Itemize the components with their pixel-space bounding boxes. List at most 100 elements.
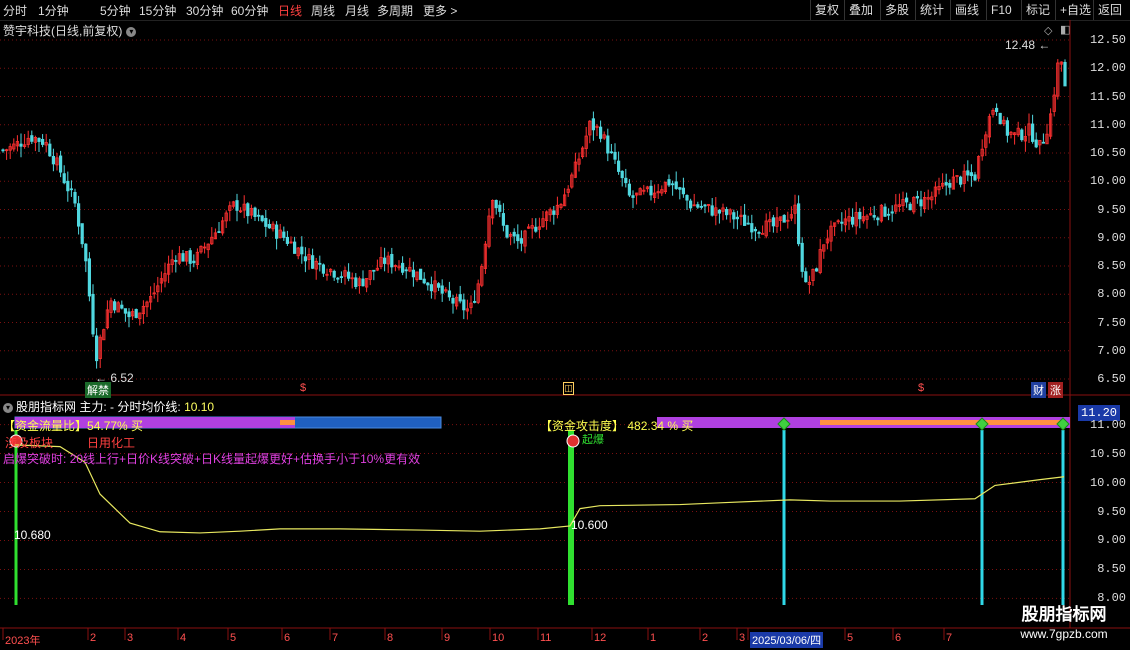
candle-body [418,268,423,280]
low-value: 6.52 [110,371,134,385]
indicator-axis-tick: 10.00 [1089,475,1126,490]
candle-body [134,309,138,318]
candle-body [372,269,376,272]
candle-body [181,253,185,262]
date-tick-label: 4 [180,632,187,644]
candle-body [37,137,41,142]
candle-body [91,293,95,335]
candle-body [303,256,308,262]
candle-body [797,203,801,245]
candle-body [127,311,131,318]
date-tick-label: 3 [739,632,746,644]
candle-body [685,195,689,201]
strength-bar-fill [820,420,1065,425]
price-axis-tick: 12.50 [1089,33,1126,47]
indicator-header[interactable]: ▾ 股朋指标网 主力: - 分时均价线: 10.10 [3,398,214,415]
candle-body [422,278,426,284]
ratio-value: 54.77% 买 [87,419,144,433]
candle-body [840,221,844,224]
price-axis-tick: 8.50 [1097,259,1126,273]
candle-body [876,217,880,221]
indicator-axis-tick: 9.50 [1097,504,1126,519]
price-axis-tick: 6.50 [1097,372,1126,386]
candle-body [516,234,520,242]
date-tick-label: 11 [540,632,552,644]
candle-body [973,174,977,181]
candle-body [689,200,693,209]
level-left: 10.680 [14,528,51,542]
jiejin-tag[interactable]: 解禁 [85,382,111,398]
price-axis-tick: 7.00 [1097,343,1126,358]
indicator-axis-tick: 11.00 [1089,417,1126,432]
high-value: 12.48 [1005,38,1036,52]
candle-body [400,262,405,273]
candle-body [1034,139,1038,148]
candle-body [300,246,304,255]
candle-body [436,283,441,288]
candle-body [681,187,686,195]
candle-body [462,299,466,311]
price-axis-tick: 11.50 [1089,89,1126,104]
date-tick-label: 2 [90,632,97,644]
zhang-tag[interactable]: 涨 [1048,382,1063,398]
square-marker-icon[interactable]: ◫ [563,382,574,395]
candle-body [599,126,603,139]
candle-body [260,215,264,222]
date-tick-label: 12 [594,632,607,644]
candle-body [998,112,1002,125]
candle-body [458,294,462,302]
avg-line-label: 分时均价线: [117,400,181,414]
chevron-down-icon[interactable]: ▾ [126,26,137,37]
candle-body [62,173,66,184]
candle-body [192,260,196,264]
candle-body [959,176,963,185]
date-tick-label: 6 [895,632,902,644]
candle-body [800,242,804,272]
candle-body [609,151,614,154]
candle-body [429,284,434,292]
date-tick-label: 8 [387,632,394,644]
candle-body [534,226,538,232]
candle-body [915,196,920,199]
ratio-label-text: 【资金流量比】 [3,419,88,433]
candle-body [84,243,88,262]
candle-body [699,205,704,208]
candle-body [339,276,344,278]
candle-body [447,290,452,298]
candle-body [318,262,322,265]
candle-body [627,183,632,196]
candle-body [519,238,524,244]
candle-body [73,191,77,204]
candle-body [332,270,336,278]
dollar-marker-icon[interactable]: $ [300,382,306,394]
candle-body [872,215,876,218]
price-axis-tick: 12.00 [1089,61,1126,76]
candle-body [1041,141,1045,144]
chart-title[interactable]: 赞宇科技(日线,前复权) ▾ [3,22,137,39]
candle-body [606,135,610,154]
price-chart[interactable] [0,0,1130,650]
dollar-marker-icon[interactable]: $ [918,382,924,394]
candle-body [336,277,340,280]
candle-body [890,211,894,214]
cai-tag[interactable]: 财 [1031,382,1046,398]
candle-body [620,170,624,179]
sector-value: 日用化工 [87,436,136,450]
candle-body [613,151,617,160]
candle-body [472,301,477,303]
date-tick-label: 10 [492,632,505,644]
candle-body [696,204,700,208]
panel-toggle-icon[interactable]: ◧ [1060,23,1070,36]
diamond-icon[interactable]: ◇ [1044,24,1052,37]
candle-body [235,200,239,211]
candle-body [69,188,73,191]
candle-body [1,149,5,152]
desc-text: 20线上行+日价K线突破+日K线量起爆更好+估换手小于10%更有效 [69,452,421,466]
candle-body [174,260,178,262]
main-force-label: 主力: - [79,400,115,414]
candle-body [120,304,124,309]
chevron-down-icon[interactable]: ▾ [3,402,13,413]
candle-body [501,213,506,226]
candle-body [1031,123,1035,142]
candle-body [631,195,635,198]
